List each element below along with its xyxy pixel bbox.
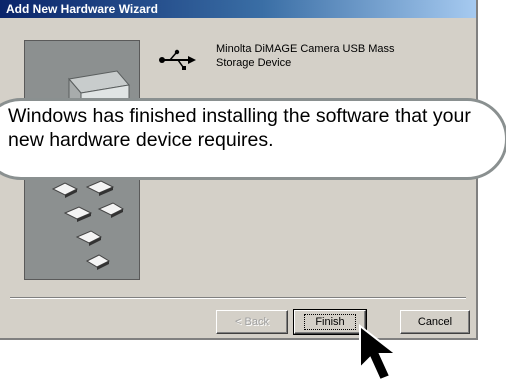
callout-message: Windows has finished installing the soft… (8, 105, 471, 151)
device-info: Minolta DiMAGE Camera USB Mass Storage D… (158, 42, 426, 72)
separator (10, 297, 466, 299)
finish-button-label: Finish (304, 314, 356, 330)
usb-icon (159, 49, 196, 70)
back-button[interactable]: < Back (216, 310, 288, 334)
title-bar[interactable]: Add New Hardware Wizard (0, 0, 476, 18)
arrow-cursor-icon (359, 323, 399, 382)
window-title: Add New Hardware Wizard (6, 2, 158, 16)
device-name: Minolta DiMAGE Camera USB Mass Storage D… (216, 43, 395, 69)
